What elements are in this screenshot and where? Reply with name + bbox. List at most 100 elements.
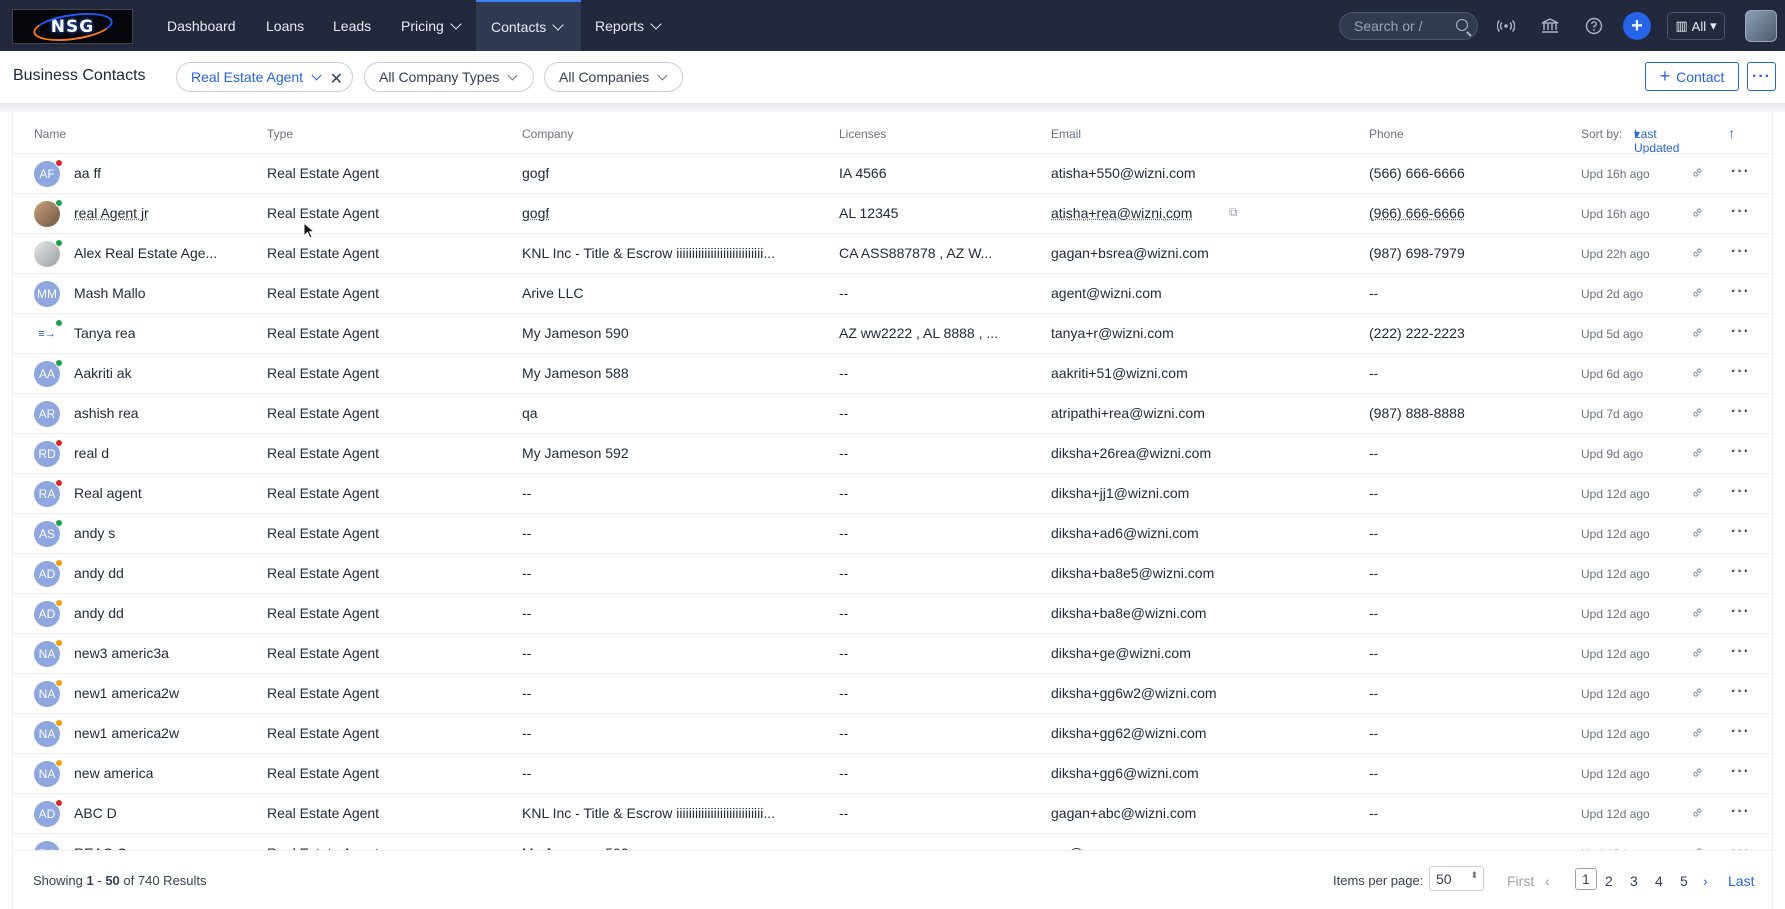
link-icon[interactable] [1691, 326, 1705, 340]
cell-email[interactable]: diksha+ba8e@wizni.com [1051, 605, 1206, 621]
scope-selector[interactable]: ▥ All ▾ [1667, 12, 1725, 40]
cell-phone[interactable]: -- [1369, 645, 1378, 661]
cell-email[interactable]: atripathi+rea@wizni.com [1051, 405, 1205, 421]
link-icon[interactable] [1691, 366, 1705, 380]
cell-name[interactable]: andy dd [74, 565, 124, 581]
cell-name[interactable]: new1 america2w [74, 725, 179, 741]
cell-phone[interactable]: -- [1369, 805, 1378, 821]
cell-phone[interactable]: (222) 222-2223 [1369, 325, 1465, 341]
row-actions-ellipsis-icon[interactable]: ··· [1731, 163, 1750, 181]
filter-contact-type[interactable]: Real Estate Agent ✕ [176, 62, 353, 92]
table-row[interactable]: AD ABC D Real Estate Agent KNL Inc - Title … [13, 793, 1774, 833]
row-actions-ellipsis-icon[interactable]: ··· [1731, 403, 1750, 421]
link-icon[interactable] [1691, 486, 1705, 500]
row-actions-ellipsis-icon[interactable]: ··· [1731, 563, 1750, 581]
row-actions-ellipsis-icon[interactable]: ··· [1731, 803, 1750, 821]
table-row[interactable]: NA new1 america2w Real Estate Agent -- -- dik… [13, 673, 1774, 713]
column-header-phone[interactable]: Phone [1369, 127, 1404, 141]
cell-phone[interactable]: -- [1369, 685, 1378, 701]
row-actions-ellipsis-icon[interactable]: ··· [1731, 763, 1750, 781]
global-search-input[interactable]: Search or / [1339, 12, 1478, 40]
cell-email[interactable]: atisha+550@wizni.com [1051, 165, 1196, 181]
table-row[interactable]: MM Mash Mallo Real Estate Agent Arive LLC --… [13, 273, 1774, 313]
cell-name[interactable]: Real agent [74, 485, 142, 501]
cell-phone[interactable]: -- [1369, 485, 1378, 501]
column-header-company[interactable]: Company [522, 127, 573, 141]
cell-email[interactable]: diksha+ge@wizni.com [1051, 645, 1191, 661]
pagination-page-2[interactable]: 2 [1605, 873, 1613, 889]
cell-name[interactable]: ABC D [74, 805, 117, 821]
row-actions-ellipsis-icon[interactable]: ··· [1731, 443, 1750, 461]
table-row[interactable]: real Agent jr Real Estate Agent gogf AL 123… [13, 193, 1774, 233]
filter-companies[interactable]: All Companies [544, 62, 683, 92]
cell-phone[interactable]: -- [1369, 285, 1378, 301]
nav-dashboard[interactable]: Dashboard [155, 0, 248, 51]
cell-phone[interactable]: -- [1369, 565, 1378, 581]
cell-phone[interactable]: (987) 698-7979 [1369, 245, 1465, 261]
pagination-first[interactable]: First [1507, 873, 1534, 889]
cell-name[interactable]: new1 america2w [74, 685, 179, 701]
copy-icon[interactable]: ⧉ [1229, 205, 1238, 220]
pagination-page-1[interactable]: 1 [1575, 868, 1597, 890]
row-actions-ellipsis-icon[interactable]: ··· [1731, 643, 1750, 661]
link-icon[interactable] [1691, 806, 1705, 820]
link-icon[interactable] [1691, 286, 1705, 300]
row-actions-ellipsis-icon[interactable]: ··· [1731, 243, 1750, 261]
cell-name[interactable]: Mash Mallo [74, 285, 146, 301]
column-header-licenses[interactable]: Licenses [839, 127, 886, 141]
row-actions-ellipsis-icon[interactable]: ··· [1731, 523, 1750, 541]
cell-phone[interactable]: -- [1369, 605, 1378, 621]
row-actions-ellipsis-icon[interactable]: ··· [1731, 363, 1750, 381]
cell-phone[interactable]: -- [1369, 725, 1378, 741]
cell-email[interactable]: diksha+gg6@wizni.com [1051, 765, 1199, 781]
cell-email[interactable]: atisha+rea@wizni.com [1051, 205, 1192, 221]
link-icon[interactable] [1691, 406, 1705, 420]
link-icon[interactable] [1691, 446, 1705, 460]
pagination-page-4[interactable]: 4 [1655, 873, 1663, 889]
nav-contacts[interactable]: Contacts [476, 0, 581, 51]
link-icon[interactable] [1691, 766, 1705, 780]
table-row[interactable]: AF aa ff Real Estate Agent gogf IA 4566 atish… [13, 153, 1774, 193]
column-header-email[interactable]: Email [1051, 127, 1081, 141]
search-icon[interactable] [1456, 19, 1468, 31]
bank-icon[interactable] [1537, 13, 1563, 39]
cell-name[interactable]: real Agent jr [74, 205, 149, 221]
cell-name[interactable]: andy s [74, 525, 115, 541]
cell-phone[interactable]: (566) 666-6666 [1369, 165, 1465, 181]
cell-phone[interactable]: (966) 666-6666 [1369, 205, 1465, 221]
link-icon[interactable] [1691, 566, 1705, 580]
cell-email[interactable]: gagan+abc@wizni.com [1051, 805, 1196, 821]
pagination-prev-icon[interactable]: ‹ [1545, 873, 1550, 889]
cell-phone[interactable]: -- [1369, 365, 1378, 381]
cell-name[interactable]: new america [74, 765, 153, 781]
pagination-last[interactable]: Last [1728, 873, 1754, 889]
user-avatar[interactable] [1745, 10, 1777, 42]
company-logo[interactable]: NSG [12, 8, 133, 46]
table-row[interactable]: NA new3 americ3a Real Estate Agent -- -- diks… [13, 633, 1774, 673]
row-actions-ellipsis-icon[interactable]: ··· [1731, 603, 1750, 621]
help-icon[interactable] [1581, 13, 1607, 39]
link-icon[interactable] [1691, 246, 1705, 260]
link-icon[interactable] [1691, 726, 1705, 740]
table-row[interactable]: RA Real agent Real Estate Agent -- -- diksha+… [13, 473, 1774, 513]
column-header-name[interactable]: Name [34, 127, 66, 141]
column-header-type[interactable]: Type [267, 127, 293, 141]
cell-email[interactable]: diksha+gg6w2@wizni.com [1051, 685, 1217, 701]
cell-name[interactable]: Tanya rea [74, 325, 135, 341]
row-actions-ellipsis-icon[interactable]: ··· [1731, 683, 1750, 701]
row-actions-ellipsis-icon[interactable]: ··· [1731, 323, 1750, 341]
link-icon[interactable] [1691, 526, 1705, 540]
table-row[interactable]: RCREAC CReal Estate AgentMy Jameson 593q… [13, 833, 1774, 850]
create-new-button[interactable]: + [1623, 12, 1651, 40]
cell-email[interactable]: aakriti+51@wizni.com [1051, 365, 1188, 381]
row-actions-ellipsis-icon[interactable]: ··· [1731, 723, 1750, 741]
cell-phone[interactable]: -- [1369, 765, 1378, 781]
clear-filter-icon[interactable]: ✕ [330, 69, 343, 89]
broadcast-icon[interactable] [1493, 13, 1519, 39]
cell-email[interactable]: gagan+bsrea@wizni.com [1051, 245, 1209, 261]
table-row[interactable]: RD real d Real Estate Agent My Jameson 592-… [13, 433, 1774, 473]
cell-email[interactable]: diksha+jj1@wizni.com [1051, 485, 1189, 501]
table-row[interactable]: NA new america Real Estate Agent -- -- diksha… [13, 753, 1774, 793]
cell-email[interactable]: agent@wizni.com [1051, 285, 1162, 301]
link-icon[interactable] [1691, 686, 1705, 700]
